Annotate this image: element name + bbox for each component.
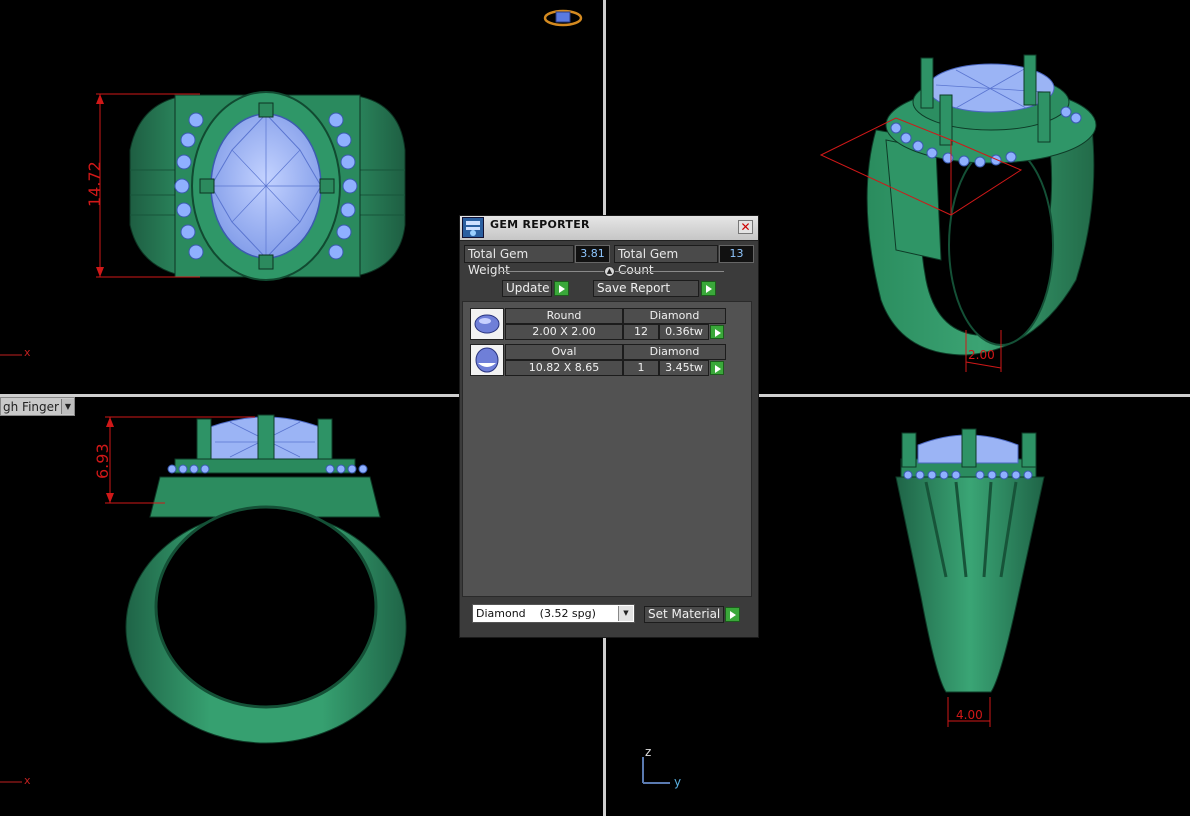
dimension-label-shank: 2.00 xyxy=(968,348,995,362)
axis-y-label: y xyxy=(674,775,682,789)
save-report-button[interactable]: Save Report xyxy=(593,280,699,297)
gem-reporter-icon xyxy=(462,217,484,238)
gem-row-go-icon[interactable] xyxy=(710,361,724,375)
gem-material: Diamond xyxy=(623,344,726,360)
set-material-go-icon[interactable] xyxy=(725,607,740,622)
dimension-label-shank-width: 4.00 xyxy=(956,708,983,722)
gem-count: 1 xyxy=(623,360,659,376)
chevron-down-icon[interactable]: ▼ xyxy=(60,399,74,414)
gem-row-round[interactable]: Round Diamond 2.00 X 2.00 12 0.36tw xyxy=(470,308,728,342)
gem-shape: Oval xyxy=(505,344,623,360)
round-gem-icon xyxy=(470,308,504,340)
view-mode-select[interactable]: gh Finger ▼ xyxy=(0,397,75,416)
total-weight-label: Total Gem Weight xyxy=(464,245,574,277)
total-count-value: 13 xyxy=(719,245,754,263)
gem-reporter-dialog: GEM REPORTER ✕ Total Gem Weight 3.81 Tot… xyxy=(459,215,759,638)
total-weight-value: 3.81 xyxy=(575,245,610,263)
material-select-value: Diamond (3.52 spg) xyxy=(476,607,596,620)
gem-count: 12 xyxy=(623,324,659,340)
gem-weight: 3.45tw xyxy=(659,360,709,376)
dialog-title: GEM REPORTER xyxy=(490,218,590,231)
axis-x-label: x xyxy=(24,346,31,359)
dimension-label-height: 6.93 xyxy=(93,443,112,479)
view-mode-value: gh Finger xyxy=(3,399,59,414)
gem-shape: Round xyxy=(505,308,623,324)
total-count-label: Total Gem Count xyxy=(614,245,718,277)
chevron-down-icon[interactable]: ▼ xyxy=(618,606,633,621)
update-go-icon[interactable] xyxy=(554,281,569,296)
close-button[interactable]: ✕ xyxy=(738,220,753,234)
collapse-toggle-icon[interactable]: ▲ xyxy=(604,266,615,277)
material-select[interactable]: Diamond (3.52 spg) ▼ xyxy=(472,604,635,623)
app-logo-icon[interactable] xyxy=(543,8,583,34)
gem-material: Diamond xyxy=(623,308,726,324)
gem-size: 10.82 X 8.65 xyxy=(505,360,623,376)
update-button[interactable]: Update xyxy=(502,280,552,297)
dimension-label-width: 14.72 xyxy=(85,161,104,207)
svg-text:14.72: 14.72 xyxy=(85,161,104,207)
axis-z-label: z xyxy=(645,745,652,759)
gem-row-go-icon[interactable] xyxy=(710,325,724,339)
oval-gem-icon xyxy=(470,344,504,376)
set-material-button[interactable]: Set Material xyxy=(644,606,724,623)
save-report-go-icon[interactable] xyxy=(701,281,716,296)
axis-x-label: x xyxy=(24,774,31,787)
dialog-title-bar[interactable]: GEM REPORTER ✕ xyxy=(460,216,758,241)
gem-list: Round Diamond 2.00 X 2.00 12 0.36tw Oval… xyxy=(462,301,752,597)
gem-weight: 0.36tw xyxy=(659,324,709,340)
svg-text:6.93: 6.93 xyxy=(93,443,112,479)
gem-size: 2.00 X 2.00 xyxy=(505,324,623,340)
gem-row-oval[interactable]: Oval Diamond 10.82 X 8.65 1 3.45tw xyxy=(470,344,728,378)
